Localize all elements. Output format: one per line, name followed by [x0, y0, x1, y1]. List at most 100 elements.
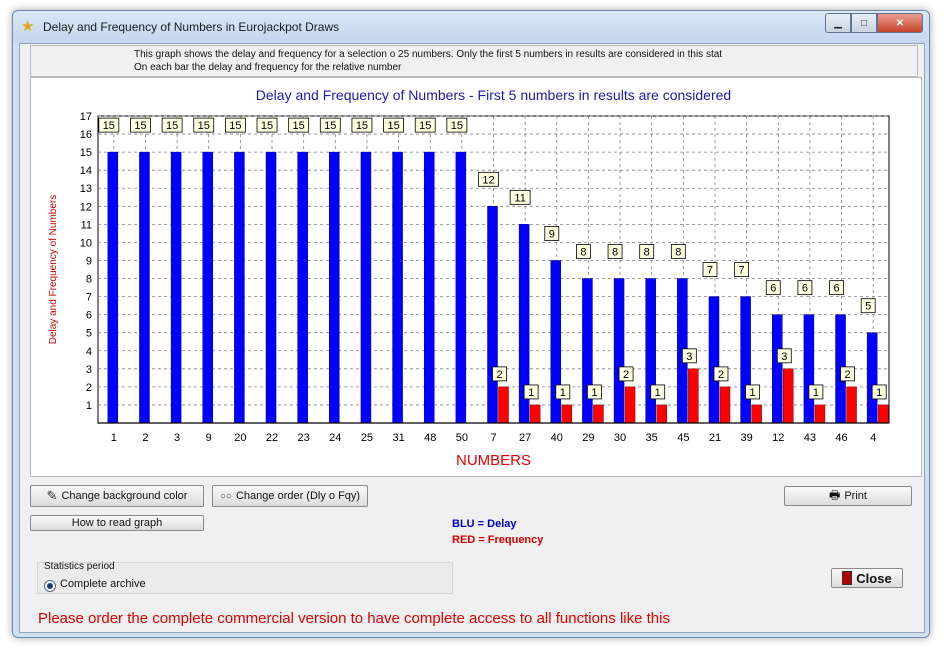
complete-archive-label: Complete archive: [60, 578, 146, 590]
delay-bar: [613, 278, 625, 424]
frequency-bar: [751, 404, 762, 424]
x-tick-label: 1: [111, 432, 117, 444]
frequency-bar: [846, 386, 857, 424]
x-tick-label: 40: [551, 432, 563, 444]
maximize-button[interactable]: □: [851, 13, 877, 33]
delay-value-label: 8: [675, 247, 681, 259]
delay-value-label: 7: [739, 265, 745, 277]
y-tick-label: 10: [80, 237, 92, 249]
delay-value-label: 6: [770, 283, 776, 295]
delay-value-label: 15: [451, 120, 463, 132]
x-tick-label: 22: [266, 432, 278, 444]
delay-value-label: 5: [865, 301, 871, 313]
delay-value-label: 15: [261, 120, 273, 132]
delay-value-label: 8: [612, 247, 618, 259]
description-panel: This graph shows the delay and frequency…: [30, 45, 918, 77]
delay-value-label: 6: [802, 283, 808, 295]
legend-red: RED = Frequency: [452, 534, 544, 546]
x-tick-label: 3: [174, 432, 180, 444]
window-controls: ▁ □ ✕: [825, 13, 923, 33]
app-window: ★ Delay and Frequency of Numbers in Euro…: [12, 10, 930, 638]
x-tick-label: 4: [870, 432, 876, 444]
frequency-bar: [877, 404, 889, 424]
chart-panel: Delay and Frequency of Numbers - First 5…: [30, 77, 922, 477]
pencil-icon: ✎: [46, 488, 58, 503]
change-order-button[interactable]: ○○ Change order (Dly o Fqy): [212, 485, 368, 507]
delay-value-label: 9: [549, 228, 555, 240]
delay-bar: [234, 151, 245, 424]
x-tick-label: 43: [804, 432, 816, 444]
delay-bar: [582, 278, 593, 424]
delay-bar: [708, 296, 720, 424]
y-tick-label: 3: [86, 364, 92, 376]
frequency-bar: [783, 368, 794, 424]
change-background-button[interactable]: ✎ Change background color: [30, 485, 204, 507]
y-tick-label: 9: [86, 255, 92, 267]
y-tick-label: 16: [80, 129, 92, 141]
title-bar[interactable]: ★ Delay and Frequency of Numbers in Euro…: [13, 11, 929, 43]
y-tick-label: 17: [80, 111, 92, 123]
delay-value-label: 15: [229, 120, 241, 132]
delay-value-label: 15: [166, 120, 178, 132]
frequency-bar: [656, 404, 667, 424]
frequency-value-label: 2: [496, 369, 502, 381]
statistics-period-group: Statistics period Complete archive: [37, 561, 453, 594]
y-tick-label: 7: [86, 292, 92, 304]
delay-value-label: 15: [419, 120, 431, 132]
delay-value-label: 15: [387, 120, 399, 132]
delay-bar: [170, 151, 182, 424]
frequency-bar: [593, 404, 604, 424]
printer-icon: 🖶: [829, 487, 841, 502]
frequency-bar: [529, 404, 541, 424]
y-tick-label: 1: [86, 400, 92, 412]
close-button[interactable]: Close: [831, 568, 903, 588]
delay-bar: [645, 278, 656, 424]
x-tick-label: 7: [490, 432, 496, 444]
minimize-button[interactable]: ▁: [825, 13, 851, 33]
x-tick-label: 48: [424, 432, 436, 444]
y-tick-label: 6: [86, 310, 92, 322]
y-tick-label: 13: [80, 183, 92, 195]
delay-bar: [423, 151, 435, 424]
legend-blue: BLU = Delay: [452, 518, 517, 530]
delay-value-label: 6: [833, 283, 839, 295]
frequency-value-label: 1: [655, 387, 661, 399]
frequency-value-label: 1: [528, 387, 534, 399]
x-tick-label: 21: [709, 432, 721, 444]
print-button[interactable]: 🖶 Print: [784, 486, 912, 506]
y-tick-label: 8: [86, 274, 92, 286]
frequency-bar: [498, 386, 509, 424]
x-tick-label: 39: [740, 432, 752, 444]
frequency-bar: [688, 368, 699, 424]
x-tick-label: 50: [456, 432, 468, 444]
description-line-1: This graph shows the delay and frequency…: [134, 49, 723, 60]
delay-bar: [202, 151, 213, 424]
x-tick-label: 24: [329, 432, 341, 444]
statistics-period-title: Statistics period: [44, 561, 115, 572]
x-tick-label: 27: [519, 432, 531, 444]
delay-value-label: 15: [134, 120, 146, 132]
star-icon: ★: [21, 18, 35, 35]
delay-bar: [866, 332, 878, 424]
maximize-icon: □: [860, 17, 868, 29]
x-tick-label: 30: [614, 432, 626, 444]
delay-value-label: 7: [707, 265, 713, 277]
x-tick-label: 2: [142, 432, 148, 444]
chart-title: Delay and Frequency of Numbers - First 5…: [256, 87, 731, 103]
frequency-value-label: 2: [623, 369, 629, 381]
frequency-value-label: 3: [781, 351, 787, 363]
delay-value-label: 15: [198, 120, 210, 132]
x-tick-label: 25: [361, 432, 373, 444]
print-label: Print: [844, 490, 867, 502]
glasses-icon: ○○: [219, 490, 232, 502]
how-to-read-label: How to read graph: [71, 517, 163, 529]
y-tick-label: 2: [86, 382, 92, 394]
x-tick-label: 45: [677, 432, 689, 444]
delay-bar: [360, 151, 372, 424]
x-tick-label: 9: [206, 432, 212, 444]
delay-bar: [139, 151, 150, 424]
how-to-read-button[interactable]: How to read graph: [30, 515, 204, 531]
y-tick-label: 15: [80, 147, 92, 159]
close-window-button[interactable]: ✕: [877, 13, 923, 33]
complete-archive-radio[interactable]: [44, 580, 56, 592]
